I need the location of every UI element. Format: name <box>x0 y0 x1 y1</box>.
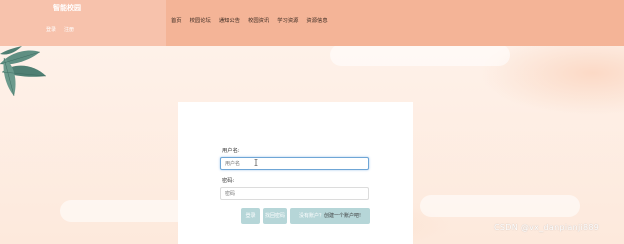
nav-item-news[interactable]: 校园资讯 <box>248 16 269 24</box>
leaf-decoration-icon <box>0 46 47 97</box>
text-cursor-icon <box>254 159 258 166</box>
password-label: 密码: <box>222 178 235 184</box>
nav-item-resource-info[interactable]: 资源信息 <box>306 16 327 24</box>
brush-stroke-decoration <box>420 195 580 217</box>
brand-panel: 智能校园 登录 注册 <box>0 0 166 46</box>
header-register-link[interactable]: 注册 <box>64 26 74 33</box>
main-nav: 首页 校园论坛 通知公告 校园资讯 学习资源 资源信息 <box>171 16 328 24</box>
register-button[interactable]: 没有账户？创建一个账户吧! <box>290 208 370 224</box>
nav-item-home[interactable]: 首页 <box>171 16 182 24</box>
username-label: 用户名: <box>222 148 240 154</box>
password-input[interactable] <box>220 187 369 200</box>
csdn-watermark: CSDN @vx_danpianji889 <box>494 223 600 232</box>
forgot-password-button[interactable]: 找回密码 <box>263 208 287 224</box>
site-title: 智能校园 <box>53 4 81 12</box>
login-card: 用户名: 密码: 登录 找回密码 没有账户？创建一个账户吧! <box>178 102 413 244</box>
header-login-link[interactable]: 登录 <box>46 26 56 33</box>
username-input[interactable] <box>220 157 369 170</box>
nav-item-notices[interactable]: 通知公告 <box>219 16 240 24</box>
top-navigation-bar: 智能校园 登录 注册 首页 校园论坛 通知公告 校园资讯 学习资源 资源信息 <box>0 0 624 46</box>
register-link-text: 创建一个账户吧! <box>324 213 362 219</box>
nav-item-forum[interactable]: 校园论坛 <box>190 16 211 24</box>
auth-links: 登录 注册 <box>46 26 74 33</box>
register-prompt: 没有账户？ <box>298 213 324 219</box>
brush-stroke-decoration <box>330 44 510 66</box>
nav-item-learning-resources[interactable]: 学习资源 <box>277 16 298 24</box>
login-button[interactable]: 登录 <box>241 208 260 224</box>
